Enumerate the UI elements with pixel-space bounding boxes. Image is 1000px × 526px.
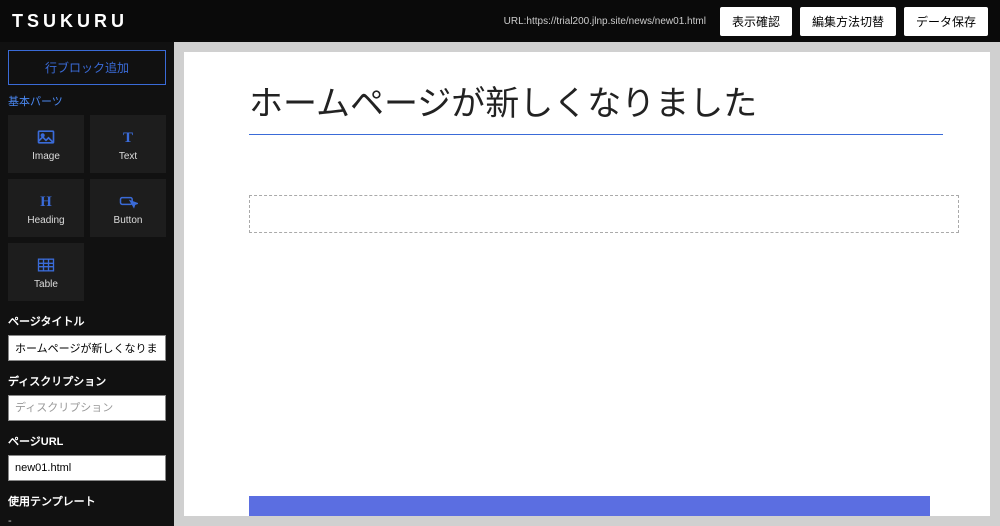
edit-mode-toggle-button[interactable]: 編集方法切替 bbox=[800, 7, 896, 36]
save-button[interactable]: データ保存 bbox=[904, 7, 988, 36]
body-area: 行ブロック追加 基本パーツ Image T Text H Heading bbox=[0, 42, 1000, 526]
empty-drop-zone[interactable] bbox=[249, 195, 959, 233]
table-icon bbox=[36, 255, 56, 275]
part-label: Text bbox=[119, 151, 137, 162]
top-header: TSUKURU URL:https://trial200.jlnp.site/n… bbox=[0, 0, 1000, 42]
basic-parts-label: 基本パーツ bbox=[8, 93, 166, 109]
description-label: ディスクリプション bbox=[8, 373, 166, 389]
part-label: Button bbox=[114, 215, 143, 226]
svg-text:H: H bbox=[40, 194, 52, 210]
bottom-accent-bar bbox=[249, 496, 930, 516]
page-url-display: URL:https://trial200.jlnp.site/news/new0… bbox=[504, 16, 706, 27]
part-button[interactable]: Button bbox=[90, 179, 166, 237]
svg-text:T: T bbox=[123, 130, 133, 146]
page-title-input[interactable] bbox=[8, 335, 166, 361]
add-row-block-button[interactable]: 行ブロック追加 bbox=[8, 50, 166, 85]
button-icon bbox=[118, 191, 138, 211]
parts-palette: Image T Text H Heading Button bbox=[8, 115, 166, 301]
part-label: Heading bbox=[27, 215, 64, 226]
canvas-page[interactable]: ホームページが新しくなりました bbox=[184, 52, 990, 516]
part-label: Image bbox=[32, 151, 60, 162]
text-icon: T bbox=[118, 127, 138, 147]
template-label: 使用テンプレート bbox=[8, 493, 166, 509]
page-title-label: ページタイトル bbox=[8, 313, 166, 329]
canvas-wrap: ホームページが新しくなりました bbox=[174, 42, 1000, 526]
page-heading-block[interactable]: ホームページが新しくなりました bbox=[249, 82, 943, 135]
description-input[interactable] bbox=[8, 395, 166, 421]
part-heading[interactable]: H Heading bbox=[8, 179, 84, 237]
app-logo: TSUKURU bbox=[12, 11, 128, 32]
page-url-input[interactable] bbox=[8, 455, 166, 481]
page-url-label: ページURL bbox=[8, 433, 166, 449]
part-table[interactable]: Table bbox=[8, 243, 84, 301]
preview-button[interactable]: 表示確認 bbox=[720, 7, 792, 36]
template-value: - bbox=[8, 515, 166, 526]
part-label: Table bbox=[34, 279, 58, 290]
sidebar: 行ブロック追加 基本パーツ Image T Text H Heading bbox=[0, 42, 174, 526]
heading-icon: H bbox=[36, 191, 56, 211]
image-icon bbox=[36, 127, 56, 147]
part-text[interactable]: T Text bbox=[90, 115, 166, 173]
part-image[interactable]: Image bbox=[8, 115, 84, 173]
